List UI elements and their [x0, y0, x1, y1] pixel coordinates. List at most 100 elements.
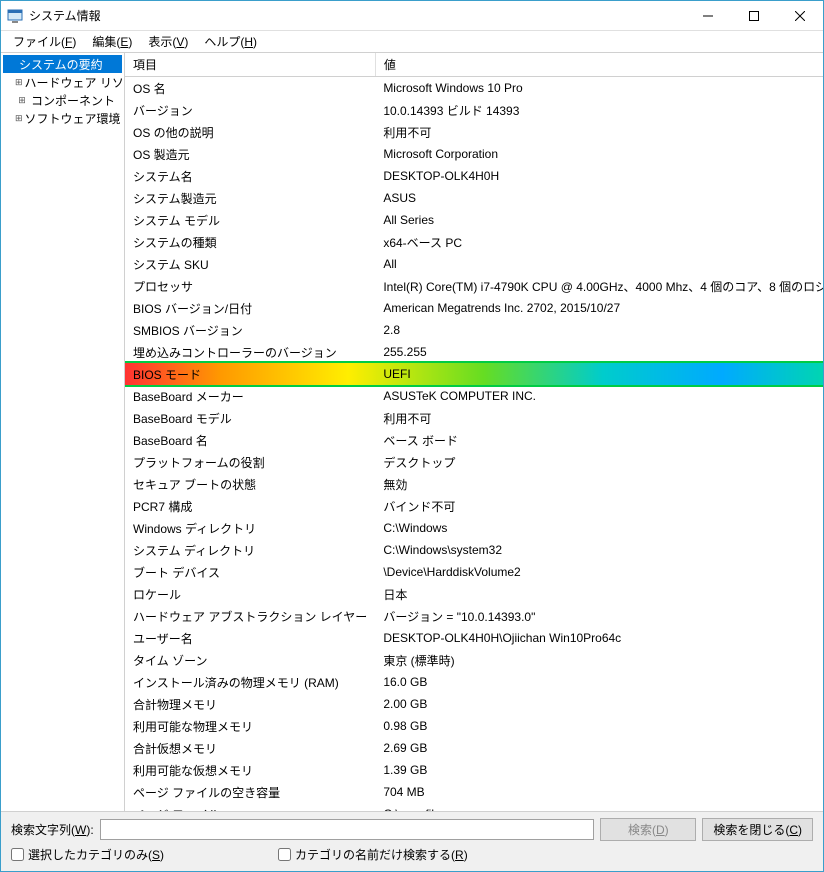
row-key: OS の他の説明 — [125, 121, 375, 143]
row-value: 利用不可 — [375, 407, 823, 429]
window-buttons — [685, 1, 823, 31]
detail-pane[interactable]: 項目 値 OS 名Microsoft Windows 10 Proバージョン10… — [125, 53, 823, 811]
table-row[interactable]: 合計物理メモリ2.00 GB — [125, 693, 823, 715]
tree-item[interactable]: ⊞ソフトウェア環境 — [3, 109, 122, 127]
table-row[interactable]: ブート デバイス\Device\HarddiskVolume2 — [125, 561, 823, 583]
row-value: C:\Windows — [375, 517, 823, 539]
table-row[interactable]: BaseBoard メーカーASUSTeK COMPUTER INC. — [125, 385, 823, 407]
table-row[interactable]: システム名DESKTOP-OLK4H0H — [125, 165, 823, 187]
table-row[interactable]: OS 名Microsoft Windows 10 Pro — [125, 77, 823, 100]
table-row[interactable]: OS の他の説明利用不可 — [125, 121, 823, 143]
row-key: 利用可能な仮想メモリ — [125, 759, 375, 781]
row-key: システム SKU — [125, 253, 375, 275]
table-row[interactable]: BIOS モードUEFI — [125, 363, 823, 385]
tree-item[interactable]: ⊞ハードウェア リソース — [3, 73, 122, 91]
tree-pane[interactable]: システムの要約⊞ハードウェア リソース⊞コンポーネント⊞ソフトウェア環境 — [1, 53, 125, 811]
table-row[interactable]: 利用可能な物理メモリ0.98 GB — [125, 715, 823, 737]
table-row[interactable]: タイム ゾーン東京 (標準時) — [125, 649, 823, 671]
row-key: ページ ファイルの空き容量 — [125, 781, 375, 803]
row-key: BaseBoard メーカー — [125, 385, 375, 407]
tree-item[interactable]: システムの要約 — [3, 55, 122, 73]
table-row[interactable]: BaseBoard モデル利用不可 — [125, 407, 823, 429]
menu-f[interactable]: ファイル(F) — [5, 31, 84, 52]
table-row[interactable]: 埋め込みコントローラーのバージョン255.255 — [125, 341, 823, 363]
row-key: BIOS バージョン/日付 — [125, 297, 375, 319]
table-row[interactable]: システム モデルAll Series — [125, 209, 823, 231]
tree-item-label: ソフトウェア環境 — [23, 110, 123, 127]
search-input[interactable] — [100, 819, 595, 840]
table-row[interactable]: PCR7 構成バインド不可 — [125, 495, 823, 517]
table-row[interactable]: システムの種類x64-ベース PC — [125, 231, 823, 253]
menu-v[interactable]: 表示(V) — [140, 31, 196, 52]
row-key: SMBIOS バージョン — [125, 319, 375, 341]
titlebar: システム情報 — [1, 1, 823, 31]
table-row[interactable]: バージョン10.0.14393 ビルド 14393 — [125, 99, 823, 121]
menubar: ファイル(F)編集(E)表示(V)ヘルプ(H) — [1, 31, 823, 53]
row-value: 255.255 — [375, 341, 823, 363]
table-row[interactable]: 合計仮想メモリ2.69 GB — [125, 737, 823, 759]
row-key: Windows ディレクトリ — [125, 517, 375, 539]
checkbox-selected-category-input[interactable] — [11, 848, 24, 861]
menu-h[interactable]: ヘルプ(H) — [196, 31, 265, 52]
row-value: \Device\HarddiskVolume2 — [375, 561, 823, 583]
minimize-button[interactable] — [685, 1, 731, 31]
table-row[interactable]: ページ ファイルの空き容量704 MB — [125, 781, 823, 803]
table-row[interactable]: ユーザー名DESKTOP-OLK4H0H\Ojiichan Win10Pro64… — [125, 627, 823, 649]
table-row[interactable]: BaseBoard 名ベース ボード — [125, 429, 823, 451]
checkbox-name-only-input[interactable] — [278, 848, 291, 861]
row-value: バインド不可 — [375, 495, 823, 517]
table-row[interactable]: システム ディレクトリC:\Windows\system32 — [125, 539, 823, 561]
table-row[interactable]: システム製造元ASUS — [125, 187, 823, 209]
table-row[interactable]: プロセッサIntel(R) Core(TM) i7-4790K CPU @ 4.… — [125, 275, 823, 297]
table-row[interactable]: セキュア ブートの状態無効 — [125, 473, 823, 495]
table-row[interactable]: プラットフォームの役割デスクトップ — [125, 451, 823, 473]
expand-icon[interactable]: ⊞ — [15, 113, 23, 124]
table-row[interactable]: SMBIOS バージョン2.8 — [125, 319, 823, 341]
row-value: バージョン = "10.0.14393.0" — [375, 605, 823, 627]
maximize-button[interactable] — [731, 1, 777, 31]
table-row[interactable]: 利用可能な仮想メモリ1.39 GB — [125, 759, 823, 781]
tree-item[interactable]: ⊞コンポーネント — [3, 91, 122, 109]
row-value: x64-ベース PC — [375, 231, 823, 253]
close-button[interactable] — [777, 1, 823, 31]
table-row[interactable]: ロケール日本 — [125, 583, 823, 605]
row-value: 10.0.14393 ビルド 14393 — [375, 99, 823, 121]
row-key: 合計仮想メモリ — [125, 737, 375, 759]
table-row[interactable]: システム SKUAll — [125, 253, 823, 275]
table-row[interactable]: ハードウェア アブストラクション レイヤーバージョン = "10.0.14393… — [125, 605, 823, 627]
row-key: システム製造元 — [125, 187, 375, 209]
row-key: PCR7 構成 — [125, 495, 375, 517]
menu-e[interactable]: 編集(E) — [84, 31, 140, 52]
checkbox-name-only[interactable]: カテゴリの名前だけ検索する(R) — [278, 846, 468, 863]
table-row[interactable]: Windows ディレクトリC:\Windows — [125, 517, 823, 539]
row-key: OS 名 — [125, 77, 375, 100]
row-value: 2.8 — [375, 319, 823, 341]
table-row[interactable]: ページ ファイルC:\pagefile.sys — [125, 803, 823, 811]
row-value: DESKTOP-OLK4H0H\Ojiichan Win10Pro64c — [375, 627, 823, 649]
checkbox-selected-category[interactable]: 選択したカテゴリのみ(S) — [11, 846, 164, 863]
main-area: システムの要約⊞ハードウェア リソース⊞コンポーネント⊞ソフトウェア環境 項目 … — [1, 53, 823, 812]
row-key: タイム ゾーン — [125, 649, 375, 671]
row-key: BIOS モード — [125, 363, 375, 385]
column-header-item[interactable]: 項目 — [125, 53, 375, 77]
row-key: プラットフォームの役割 — [125, 451, 375, 473]
app-icon — [7, 8, 23, 24]
tree-item-label: ハードウェア リソース — [23, 74, 125, 91]
row-value: ベース ボード — [375, 429, 823, 451]
column-header-value[interactable]: 値 — [375, 53, 823, 77]
row-key: ロケール — [125, 583, 375, 605]
row-value: Microsoft Corporation — [375, 143, 823, 165]
expand-icon[interactable]: ⊞ — [15, 77, 23, 88]
row-value: 2.69 GB — [375, 737, 823, 759]
close-search-button[interactable]: 検索を閉じる(C) — [702, 818, 813, 841]
row-value: All — [375, 253, 823, 275]
table-row[interactable]: インストール済みの物理メモリ (RAM)16.0 GB — [125, 671, 823, 693]
row-value: All Series — [375, 209, 823, 231]
row-key: バージョン — [125, 99, 375, 121]
row-value: 東京 (標準時) — [375, 649, 823, 671]
row-key: プロセッサ — [125, 275, 375, 297]
table-row[interactable]: BIOS バージョン/日付American Megatrends Inc. 27… — [125, 297, 823, 319]
table-row[interactable]: OS 製造元Microsoft Corporation — [125, 143, 823, 165]
expand-icon[interactable]: ⊞ — [15, 95, 29, 106]
search-button[interactable]: 検索(D) — [600, 818, 696, 841]
